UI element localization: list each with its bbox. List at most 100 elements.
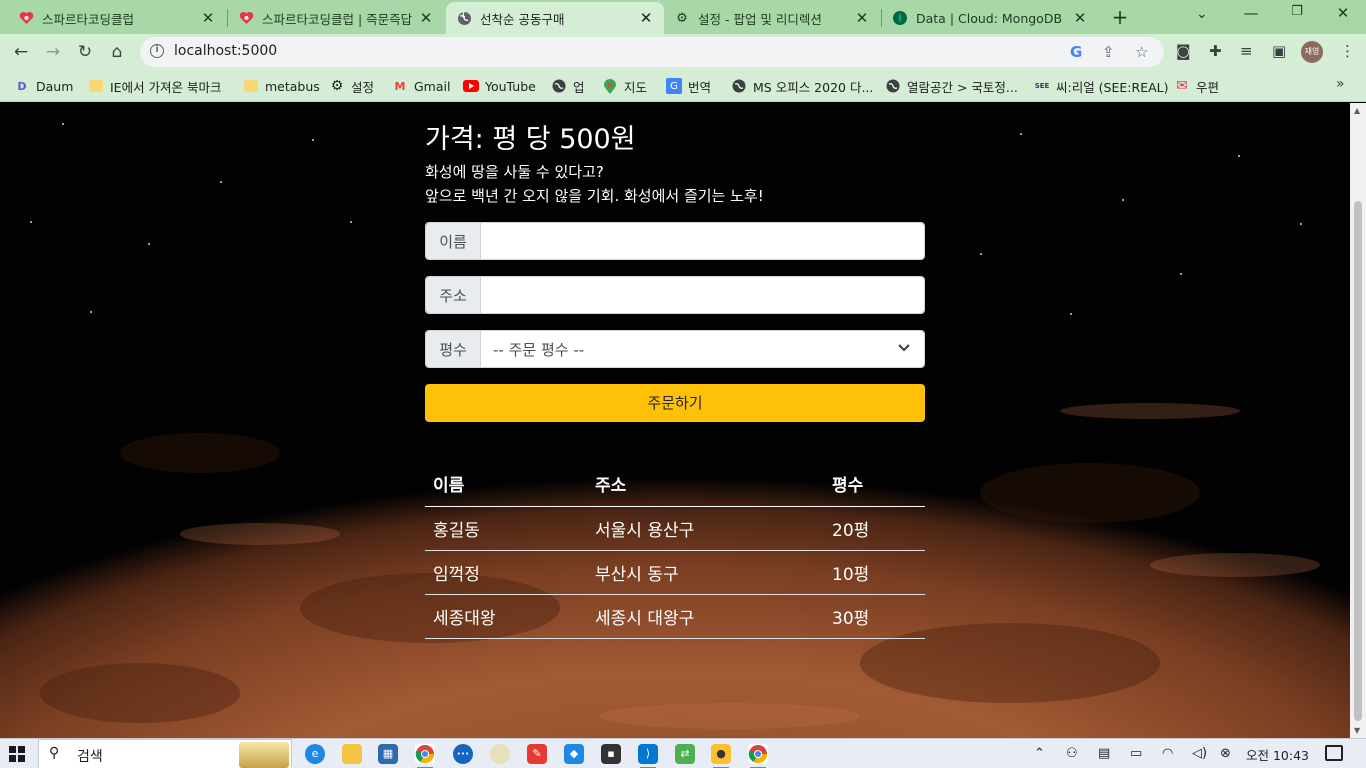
scrollbar-thumb[interactable] [1354, 201, 1362, 721]
scroll-down-icon[interactable]: ▼ [1354, 726, 1360, 735]
size-select-group: 평수 -- 주문 평수 -- [425, 330, 925, 368]
clock[interactable]: 오전 10:43 [1246, 745, 1309, 764]
tray-app-icon[interactable]: ⚇ [1066, 746, 1078, 761]
kakaotalk-icon[interactable]: ● [711, 744, 731, 768]
bookmark-daum[interactable]: D Daum [14, 76, 73, 96]
bookmark-ms-office[interactable]: MS 오피스 2020 다... [731, 76, 873, 96]
tray-chevron-up-icon[interactable]: ⌃ [1034, 746, 1045, 761]
globe-icon [885, 78, 901, 94]
table-row: 홍길동 서울시 용산구 20평 [425, 506, 925, 551]
address-bar[interactable]: i localhost:5000 G ⇪ ☆ [140, 37, 1164, 67]
restore-button[interactable]: ❐ [1282, 4, 1312, 19]
side-panel-icon[interactable]: ▣ [1272, 42, 1286, 60]
order-button[interactable]: 주문하기 [425, 384, 925, 422]
app-icon[interactable]: ▪ [601, 744, 621, 764]
star-decoration [30, 221, 32, 223]
close-icon[interactable]: ✕ [1072, 9, 1088, 27]
table-row: 임꺽정 부산시 동구 10평 [425, 550, 925, 595]
bookmark-post[interactable]: ✉ 우편 [1174, 76, 1219, 96]
bookmark-translate[interactable]: G 번역 [666, 76, 711, 96]
close-icon[interactable]: ✕ [200, 9, 216, 27]
extensions-icon[interactable]: ✚ [1209, 42, 1222, 60]
store-icon[interactable]: ▦ [378, 744, 398, 764]
chevron-down-icon [898, 341, 910, 356]
terrain-decoration [600, 703, 860, 729]
chrome-icon[interactable] [415, 744, 435, 768]
tab-title: 스파르타코딩클럽 [42, 11, 135, 27]
app-icon[interactable] [490, 744, 510, 764]
chevron-double-right-icon[interactable]: » [1336, 76, 1345, 92]
forward-arrow-icon[interactable]: → [41, 40, 65, 64]
tab-active-group-buy[interactable]: 선착순 공동구매 ✕ [446, 2, 664, 34]
star-decoration [1238, 155, 1240, 157]
terrain-decoration [1060, 403, 1240, 419]
back-arrow-icon[interactable]: ← [9, 40, 33, 64]
daum-icon: D [17, 79, 27, 93]
terrain-decoration [40, 663, 240, 723]
bookmark-up[interactable]: 업 [551, 76, 585, 96]
close-icon[interactable]: ✕ [418, 9, 434, 27]
tab-sparta-1[interactable]: 스파르타코딩클럽 ✕ [8, 2, 226, 34]
bookmark-metabus[interactable]: metabus [243, 76, 320, 96]
bookmark-star-icon[interactable]: ☆ [1135, 43, 1148, 61]
bookmark-land-info[interactable]: 열람공간 > 국토정... [885, 76, 1018, 96]
bookmark-maps[interactable]: 지도 [602, 76, 647, 96]
file-explorer-icon[interactable] [342, 744, 362, 764]
star-decoration [148, 243, 150, 245]
menu-kebab-icon[interactable]: ⋮ [1340, 42, 1355, 60]
page-scrollbar[interactable]: ▲ ▼ [1350, 103, 1366, 738]
name-input[interactable] [481, 223, 924, 259]
bookmark-youtube[interactable]: YouTube [463, 76, 536, 96]
app-icon[interactable]: ◆ [564, 744, 584, 764]
info-icon[interactable]: i [150, 44, 164, 58]
close-icon[interactable]: ✕ [854, 9, 870, 27]
new-tab-button[interactable]: + [1108, 5, 1132, 29]
bookmark-ie-folder[interactable]: IE에서 가져온 북마크 [88, 76, 222, 96]
tab-sparta-2[interactable]: 스파르타코딩클럽 | 즉문즉답 ✕ [228, 2, 444, 34]
wifi-icon[interactable]: ◠ [1162, 746, 1173, 761]
reload-icon[interactable]: ↻ [73, 40, 97, 64]
camera-icon[interactable]: ◙ [1176, 42, 1191, 60]
tab-settings-popups[interactable]: ⚙ 설정 - 팝업 및 리디렉션 ✕ [664, 2, 880, 34]
mute-icon[interactable]: ⊗ [1220, 746, 1231, 761]
window-close-button[interactable]: ✕ [1328, 4, 1358, 22]
chevron-down-icon[interactable]: ⌄ [1196, 6, 1208, 22]
pdf-icon[interactable]: ✎ [527, 744, 547, 764]
price-heading: 가격: 평 당 500원 [425, 124, 636, 155]
media-queue-icon[interactable]: ≡ [1240, 42, 1253, 60]
bookmark-label: 우편 [1196, 79, 1220, 95]
notification-icon[interactable] [1325, 745, 1343, 761]
minimize-button[interactable]: — [1236, 4, 1266, 22]
scroll-up-icon[interactable]: ▲ [1354, 106, 1360, 115]
size-label: 평수 [426, 331, 481, 367]
leaf-icon [892, 10, 908, 26]
cell-address: 부산시 동구 [587, 550, 824, 595]
edge-icon[interactable]: e [305, 744, 325, 764]
app-icon[interactable]: ••• [453, 744, 473, 764]
bookmark-gmail[interactable]: M Gmail [392, 76, 451, 96]
bookmark-seereal[interactable]: SEE 씨:리얼 (SEE:REAL) [1034, 76, 1169, 96]
taskbar-search[interactable]: ⚲ 검색 [38, 739, 292, 768]
bookmark-label: 업 [573, 79, 585, 95]
column-header-size: 평수 [824, 462, 925, 507]
vscode-icon[interactable]: ⟩ [638, 744, 658, 768]
battery-icon[interactable]: ▭ [1130, 746, 1142, 761]
star-decoration [220, 181, 222, 183]
close-icon[interactable]: ✕ [638, 9, 654, 27]
bookmark-settings[interactable]: ⚙ 설정 [329, 76, 374, 96]
home-icon[interactable]: ⌂ [105, 40, 129, 64]
cell-size: 20평 [824, 506, 925, 551]
app-icon[interactable]: ⇄ [675, 744, 695, 764]
tray-app-icon[interactable]: ▤ [1098, 746, 1110, 761]
size-select[interactable]: -- 주문 평수 -- [481, 331, 924, 367]
volume-icon[interactable]: ◁) [1192, 746, 1207, 761]
share-icon[interactable]: ⇪ [1102, 43, 1115, 61]
star-decoration [1122, 199, 1124, 201]
google-icon[interactable]: G [1070, 43, 1082, 61]
star-decoration [980, 253, 982, 255]
tab-mongodb[interactable]: Data | Cloud: MongoDB Cloud ✕ [882, 2, 1098, 34]
chrome-icon[interactable] [748, 744, 768, 768]
avatar[interactable]: 재영 [1301, 41, 1323, 63]
windows-start-icon[interactable] [9, 746, 25, 762]
address-input[interactable] [481, 277, 924, 313]
